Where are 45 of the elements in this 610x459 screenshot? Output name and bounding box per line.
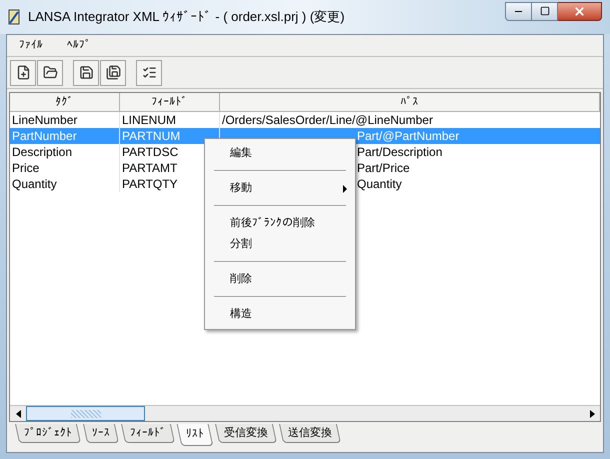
app-icon	[8, 9, 20, 25]
tab[interactable]: ﾘｽﾄ	[176, 424, 214, 446]
menu-item[interactable]: ﾌｧｲﾙ	[15, 37, 47, 54]
menu-item[interactable]: 前後ﾌﾞﾗﾝｸの削除	[230, 215, 315, 232]
menu-item[interactable]: 移動	[230, 180, 252, 197]
table-cell-text: Quantity	[356, 176, 403, 192]
table-cell-text: Part/Description	[356, 144, 444, 160]
close-button[interactable]	[558, 2, 602, 20]
toolbar-button[interactable]	[10, 60, 36, 86]
window-title: LANSA Integrator XML ｳｨｻﾞｰﾄﾞ - ( order.xsl.prj ) (変更)	[28, 8, 345, 26]
column-header[interactable]: ﾊﾟｽ	[220, 93, 600, 111]
tab[interactable]: ｿｰｽ	[82, 424, 120, 443]
toolbar-button[interactable]	[100, 60, 126, 86]
table-cell-text: Part/Price	[356, 160, 411, 176]
table-cell: PARTNUM	[120, 128, 220, 144]
minimize-button[interactable]	[505, 2, 532, 20]
left-arrow-icon	[16, 410, 20, 418]
scrollbar-thumb[interactable]	[26, 406, 145, 421]
save-all-icon	[106, 65, 120, 80]
table-cell-text: /Orders/SalesOrder/Line/@LineNumber	[221, 112, 434, 128]
column-header[interactable]: ﾀｸﾞ	[10, 93, 120, 111]
table-cell[interactable]: Quantity	[10, 176, 120, 192]
toolbar-button[interactable]	[136, 60, 162, 86]
table-cell[interactable]: Price	[10, 160, 120, 176]
right-arrow-icon	[590, 410, 594, 418]
tab[interactable]: ﾌﾟﾛｼﾞｪｸﾄ	[14, 424, 82, 443]
tab[interactable]: 送信変換	[278, 424, 342, 443]
maximize-button[interactable]	[532, 2, 558, 20]
toolbar-button[interactable]	[73, 60, 99, 86]
close-icon	[573, 4, 586, 18]
folder-icon	[42, 65, 58, 80]
column-header[interactable]: ﾌｨｰﾙﾄﾞ	[120, 93, 220, 111]
maximize-icon	[540, 6, 550, 16]
menu-item[interactable]: 構造	[230, 306, 252, 323]
checklist-icon	[142, 65, 156, 80]
table-cell[interactable]: Description	[10, 144, 120, 160]
menu-item[interactable]: 削除	[230, 271, 252, 288]
new-file-icon	[16, 65, 30, 80]
tab[interactable]: ﾌｨｰﾙﾄﾞ	[120, 424, 176, 443]
menu-item[interactable]: ﾍﾙﾌﾟ	[63, 37, 95, 54]
menu-item[interactable]: 編集	[230, 145, 252, 162]
table-cell: Part/@PartNumber	[355, 128, 600, 144]
tab[interactable]: 受信変換	[214, 424, 278, 443]
toolbar-button[interactable]	[37, 60, 63, 86]
menu-item[interactable]: 分割	[230, 236, 252, 253]
